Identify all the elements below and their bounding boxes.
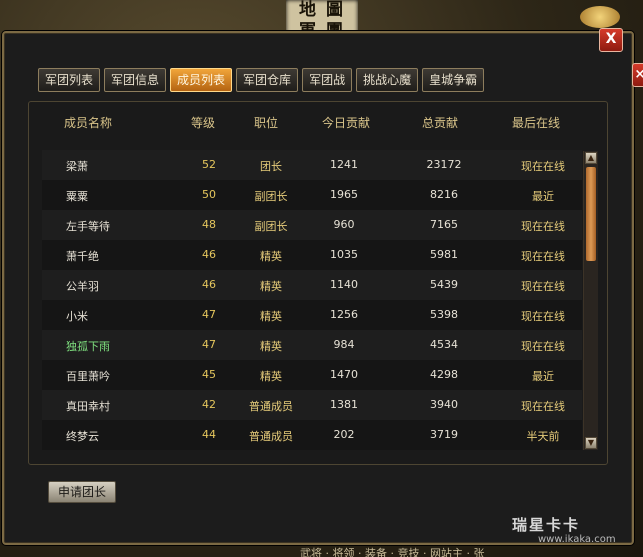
member-today-contribution: 1140	[330, 278, 358, 291]
emblem-line-1: 地 圖	[299, 0, 345, 20]
member-total-contribution: 7165	[430, 218, 458, 231]
member-last-online: 现在在线	[521, 340, 565, 353]
member-table-header: 成员名称 等级 职位 今日贡献 总贡献 最后在线	[28, 108, 606, 136]
member-total-contribution: 4534	[430, 338, 458, 351]
member-last-online: 现在在线	[521, 220, 565, 233]
member-total-contribution: 5981	[430, 248, 458, 261]
member-level: 47	[202, 338, 216, 351]
col-header-name[interactable]: 成员名称	[64, 114, 112, 131]
member-position: 团长	[260, 160, 282, 173]
bottom-menu-strip: 武将 · 将领 · 装备 · 竞技 · 网站主 · 张	[300, 547, 485, 557]
col-header-position[interactable]: 职位	[254, 114, 278, 131]
member-name: 独孤下雨	[66, 340, 110, 353]
member-last-online: 现在在线	[521, 160, 565, 173]
member-row[interactable]: 独孤下雨 47 精英 984 4534 现在在线	[42, 330, 582, 360]
member-today-contribution: 960	[333, 218, 355, 231]
gold-coin-icon	[580, 6, 620, 28]
member-today-contribution: 984	[333, 338, 355, 351]
col-header-today[interactable]: 今日贡献	[322, 114, 370, 131]
member-total-contribution: 23172	[426, 158, 462, 171]
member-row[interactable]: 公羊羽 46 精英 1140 5439 现在在线	[42, 270, 582, 300]
member-position: 精英	[260, 370, 282, 383]
member-row[interactable]: 萧千绝 46 精英 1035 5981 现在在线	[42, 240, 582, 270]
member-name: 百里萧吟	[66, 370, 110, 383]
member-position: 普通成员	[249, 400, 293, 413]
member-name: 终梦云	[66, 430, 99, 443]
member-total-contribution: 5439	[430, 278, 458, 291]
scroll-down-icon[interactable]: ▼	[585, 437, 597, 449]
member-position: 普通成员	[249, 430, 293, 443]
member-today-contribution: 202	[333, 428, 355, 441]
member-today-contribution: 1381	[330, 398, 358, 411]
member-level: 45	[202, 368, 216, 381]
member-last-online: 现在在线	[521, 280, 565, 293]
member-row[interactable]: 终梦云 44 普通成员 202 3719 半天前	[42, 420, 582, 450]
member-level: 46	[202, 278, 216, 291]
member-level: 42	[202, 398, 216, 411]
col-header-level[interactable]: 等级	[191, 114, 215, 131]
member-position: 精英	[260, 250, 282, 263]
member-today-contribution: 1965	[330, 188, 358, 201]
member-position: 副团长	[254, 190, 288, 203]
watermark-url: www.ikaka.com	[538, 534, 616, 545]
col-header-last-online[interactable]: 最后在线	[512, 114, 560, 131]
member-list: 梁萧 52 团长 1241 23172 现在在线 粟粟 50 副团长 1965 …	[42, 150, 582, 450]
member-level: 48	[202, 218, 216, 231]
member-position: 精英	[260, 310, 282, 323]
member-name: 梁萧	[66, 160, 88, 173]
tab-member-list[interactable]: 成员列表	[170, 68, 233, 92]
member-name: 小米	[66, 310, 88, 323]
watermark-title: 瑞星卡卡	[512, 516, 581, 534]
member-list-scrollbar[interactable]: ▲ ▼	[583, 151, 598, 450]
member-last-online: 半天前	[526, 430, 560, 443]
tab-corps-battle[interactable]: 军团战	[302, 68, 353, 92]
member-last-online: 现在在线	[521, 310, 565, 323]
tab-bar: 军团列表 军团信息 成员列表 军团仓库 军团战 挑战心魔 皇城争霸	[38, 68, 485, 92]
member-name: 左手等待	[66, 220, 110, 233]
member-position: 副团长	[254, 220, 288, 233]
member-level: 52	[202, 158, 216, 171]
member-level: 46	[202, 248, 216, 261]
member-row[interactable]: 真田幸村 42 普通成员 1381 3940 现在在线	[42, 390, 582, 420]
tab-corps-warehouse[interactable]: 军团仓库	[236, 68, 299, 92]
member-name: 粟粟	[66, 190, 88, 203]
member-total-contribution: 8216	[430, 188, 458, 201]
close-button[interactable]: X	[599, 28, 623, 52]
member-row[interactable]: 粟粟 50 副团长 1965 8216 最近	[42, 180, 582, 210]
member-last-online: 现在在线	[521, 250, 565, 263]
member-name: 萧千绝	[66, 250, 99, 263]
member-today-contribution: 1035	[330, 248, 358, 261]
member-level: 50	[202, 188, 216, 201]
scroll-up-icon[interactable]: ▲	[585, 152, 597, 164]
member-last-online: 最近	[532, 190, 554, 203]
member-level: 44	[202, 428, 216, 441]
member-position: 精英	[260, 280, 282, 293]
member-today-contribution: 1470	[330, 368, 358, 381]
member-row[interactable]: 左手等待 48 副团长 960 7165 现在在线	[42, 210, 582, 240]
member-total-contribution: 3940	[430, 398, 458, 411]
apply-leader-button[interactable]: 申请团长	[48, 481, 116, 503]
tab-corps-list[interactable]: 军团列表	[38, 68, 101, 92]
member-total-contribution: 4298	[430, 368, 458, 381]
member-last-online: 最近	[532, 370, 554, 383]
close-icon[interactable]: ×	[632, 63, 643, 87]
tab-challenge-demon[interactable]: 挑战心魔	[356, 68, 419, 92]
tab-corps-info[interactable]: 军团信息	[104, 68, 167, 92]
tab-imperial-contest[interactable]: 皇城争霸	[422, 68, 485, 92]
member-level: 47	[202, 308, 216, 321]
col-header-total[interactable]: 总贡献	[422, 114, 458, 131]
member-last-online: 现在在线	[521, 400, 565, 413]
member-total-contribution: 5398	[430, 308, 458, 321]
member-today-contribution: 1241	[330, 158, 358, 171]
member-name: 真田幸村	[66, 400, 110, 413]
member-total-contribution: 3719	[430, 428, 458, 441]
member-name: 公羊羽	[66, 280, 99, 293]
member-row[interactable]: 百里萧吟 45 精英 1470 4298 最近	[42, 360, 582, 390]
member-row[interactable]: 小米 47 精英 1256 5398 现在在线	[42, 300, 582, 330]
member-position: 精英	[260, 340, 282, 353]
scroll-thumb[interactable]	[586, 167, 596, 261]
member-row[interactable]: 梁萧 52 团长 1241 23172 现在在线	[42, 150, 582, 180]
member-today-contribution: 1256	[330, 308, 358, 321]
